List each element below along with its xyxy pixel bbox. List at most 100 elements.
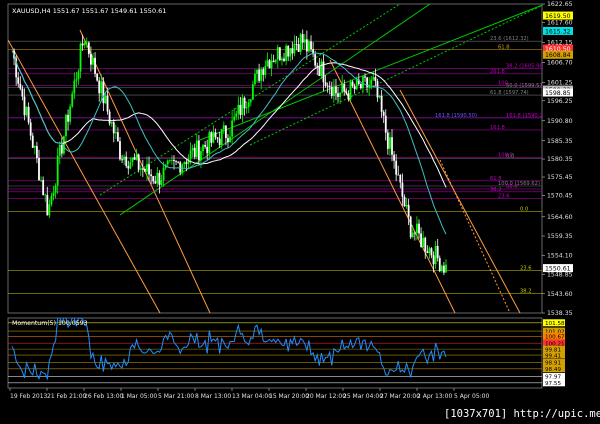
candle-body: [154, 181, 157, 184]
fib-level-label: 50.0: [506, 184, 518, 190]
candle-body: [98, 80, 101, 94]
price-axis-label: 1554.10: [547, 252, 573, 259]
candle-body: [108, 111, 111, 124]
candle-body: [418, 223, 420, 234]
candle-body: [407, 204, 410, 217]
candle-body: [258, 69, 261, 81]
time-axis-label: 5 Apr 05:00: [454, 393, 489, 400]
candle-body: [399, 174, 402, 183]
candle-body: [328, 86, 331, 88]
candle-body: [191, 147, 194, 151]
price-axis-label: 1570.45: [547, 193, 573, 200]
candle-body: [125, 156, 128, 167]
candle-body: [218, 138, 221, 145]
candle-body: [320, 61, 323, 77]
candle-body: [156, 172, 159, 184]
candle-body: [345, 91, 348, 94]
candle-body: [214, 132, 217, 138]
price-axis-label: 1575.45: [547, 174, 573, 181]
candle-body: [185, 162, 188, 164]
candle-body: [40, 180, 42, 181]
candle-body: [27, 106, 30, 123]
momentum-level-label: 101.58: [545, 321, 565, 327]
candle-body: [75, 79, 78, 81]
candle-body: [133, 157, 136, 160]
momentum-line: [11, 318, 447, 381]
candle-body: [426, 251, 429, 254]
candle-body: [216, 137, 219, 139]
candle-body: [274, 59, 277, 63]
candle-body: [297, 44, 300, 52]
candle-body: [177, 161, 180, 163]
candle-body: [384, 115, 387, 133]
candle-body: [117, 132, 119, 142]
time-axis-label: 2 Apr 13:00: [417, 393, 452, 400]
fib-level-label: 161.8 (1590.223): [506, 113, 551, 119]
candle-body: [405, 204, 408, 207]
candle-body: [83, 42, 86, 46]
time-axis-label: 25 Mar 04:00: [343, 393, 383, 400]
fib-level-label: 61.8 (1597.74): [490, 90, 529, 96]
price-badge-label: 1608.84: [545, 52, 571, 59]
candle-body: [335, 86, 337, 94]
candle-body: [436, 245, 439, 259]
candle-body: [206, 146, 209, 154]
candle-body: [92, 57, 94, 65]
candle-body: [71, 93, 74, 107]
candle-body: [330, 86, 333, 97]
time-axis-label: 8 Mar 13:00: [195, 393, 231, 400]
candle-body: [19, 83, 22, 89]
candle-body: [237, 104, 240, 114]
candle-body: [249, 99, 252, 103]
candle-body: [424, 237, 427, 252]
candle-body: [380, 95, 383, 112]
candle-body: [374, 77, 377, 82]
candle-body: [349, 81, 352, 100]
price-axis-label: 1543.60: [547, 291, 573, 298]
candle-body: [38, 158, 40, 181]
candle-body: [270, 60, 273, 69]
candle-body: [281, 58, 283, 61]
candle-body: [245, 107, 248, 109]
time-axis-label: 27 Mar 20:00: [380, 393, 420, 400]
candle-body: [393, 154, 395, 161]
candle-body: [411, 232, 414, 238]
candle-body: [21, 88, 24, 97]
candle-body: [295, 44, 298, 45]
candle-body: [422, 237, 425, 247]
candle-body: [386, 132, 389, 149]
candle-body: [189, 150, 192, 159]
candle-body: [287, 45, 290, 57]
candle-body: [143, 168, 146, 172]
price-badge-label: 1550.61: [545, 265, 571, 272]
candle-body: [432, 255, 435, 265]
candle-body: [150, 174, 153, 177]
candle-body: [239, 104, 242, 115]
candle-body: [44, 194, 47, 196]
candle-body: [227, 138, 229, 143]
candle-body: [420, 233, 422, 247]
candle-body: [308, 41, 310, 52]
price-axis-label: 1564.60: [547, 214, 573, 221]
candle-body: [131, 157, 134, 162]
candle-body: [175, 160, 177, 162]
candle-body: [438, 258, 441, 272]
candle-body: [376, 81, 379, 98]
watermark-text: [1037x701] http://upic.me/: [444, 408, 600, 420]
main-plot-area: 23.6 (1612.32) 61.8 38.2 (1605.98)261.8 100…: [8, 4, 551, 313]
candle-body: [202, 144, 204, 152]
candle-body: [326, 85, 329, 87]
time-axis-label: 21 Feb 21:00: [47, 393, 87, 400]
candle-body: [403, 196, 406, 207]
candle-body: [440, 265, 443, 272]
candle-body: [17, 77, 20, 84]
candle-body: [87, 42, 90, 55]
fib-level-label: 0.0: [506, 154, 514, 160]
price-axis-label: 1580.35: [547, 156, 573, 163]
candle-body: [430, 248, 433, 256]
momentum-level-label: 99.41: [545, 353, 561, 359]
candle-body: [56, 155, 59, 186]
candle-body: [355, 79, 358, 90]
candle-body: [256, 69, 258, 74]
candle-body: [119, 141, 121, 160]
